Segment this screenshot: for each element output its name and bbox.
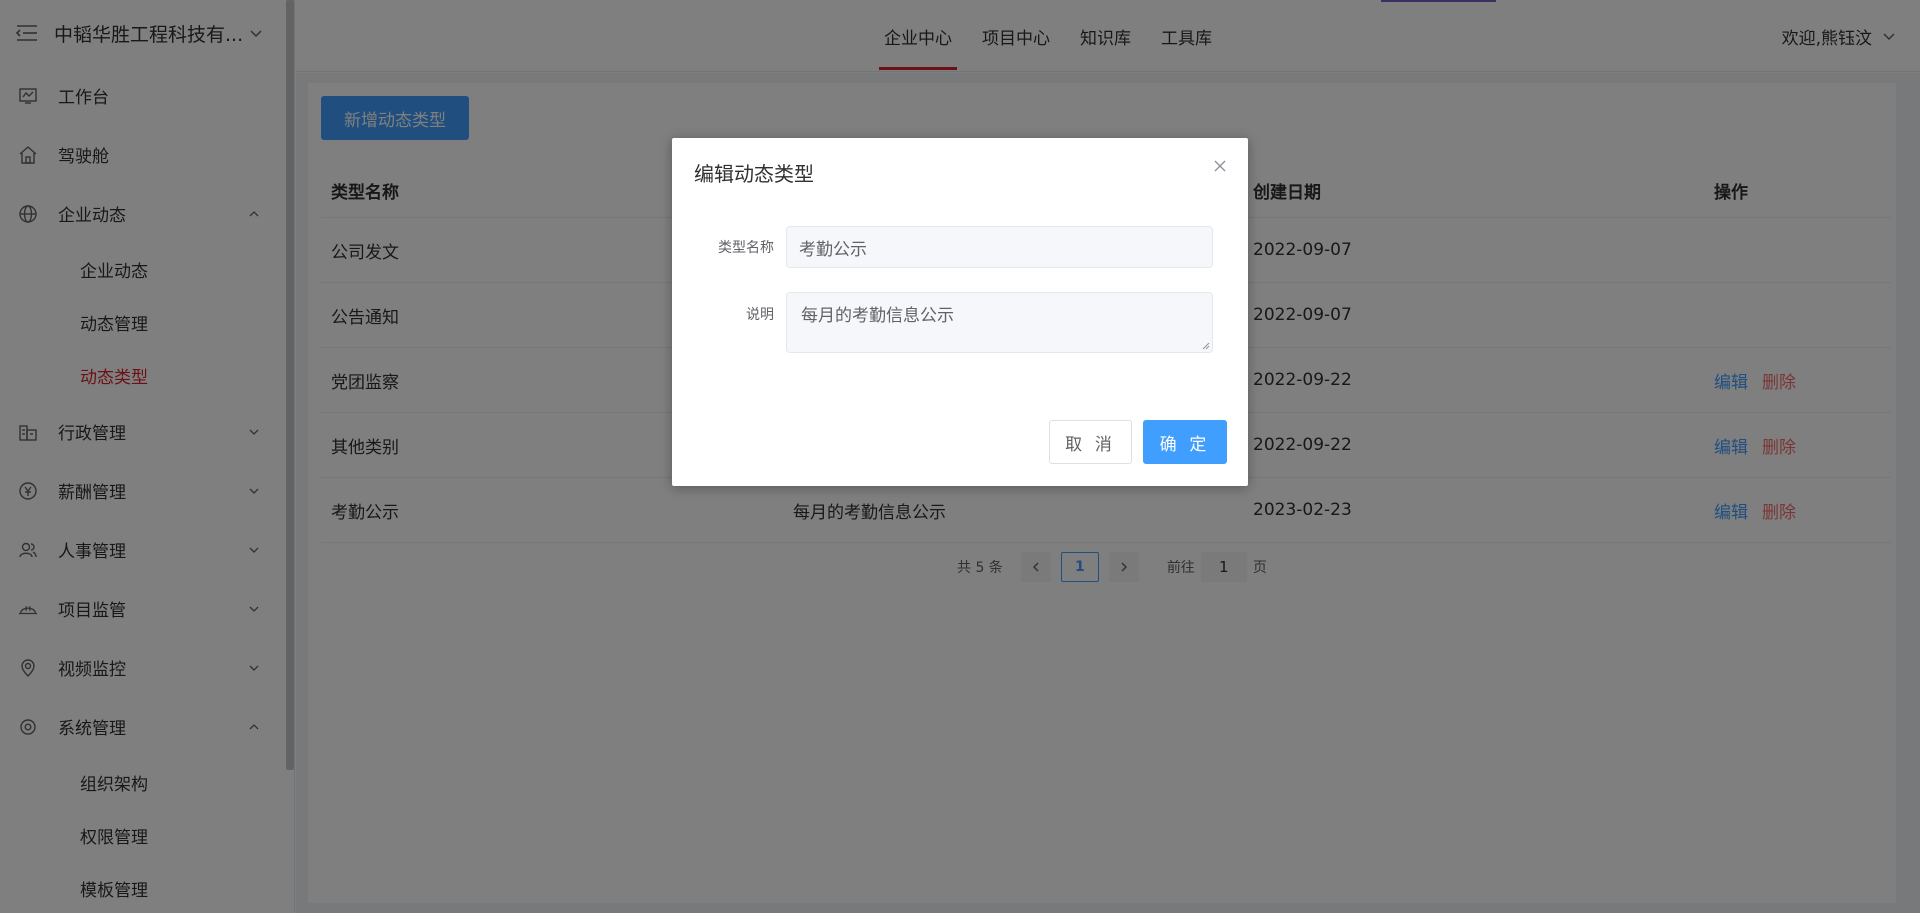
- description-text: 每月的考勤信息公示: [801, 306, 954, 326]
- form-row-name: 类型名称 考勤公示: [672, 226, 1213, 268]
- dialog-title: 编辑动态类型: [694, 162, 814, 186]
- resize-handle-icon[interactable]: [1202, 342, 1210, 350]
- edit-news-type-dialog: 编辑动态类型 类型名称 考勤公示 说明 每月的考勤信息公示 取 消 确 定: [672, 138, 1248, 486]
- type-name-input[interactable]: 考勤公示: [786, 226, 1213, 268]
- name-label: 类型名称: [718, 240, 774, 256]
- form-row-desc: 说明 每月的考勤信息公示: [672, 292, 1213, 353]
- confirm-button[interactable]: 确 定: [1143, 420, 1227, 464]
- description-textarea[interactable]: 每月的考勤信息公示: [786, 292, 1213, 353]
- cancel-button[interactable]: 取 消: [1049, 420, 1132, 464]
- desc-label: 说明: [746, 307, 774, 323]
- close-icon[interactable]: [1212, 158, 1228, 174]
